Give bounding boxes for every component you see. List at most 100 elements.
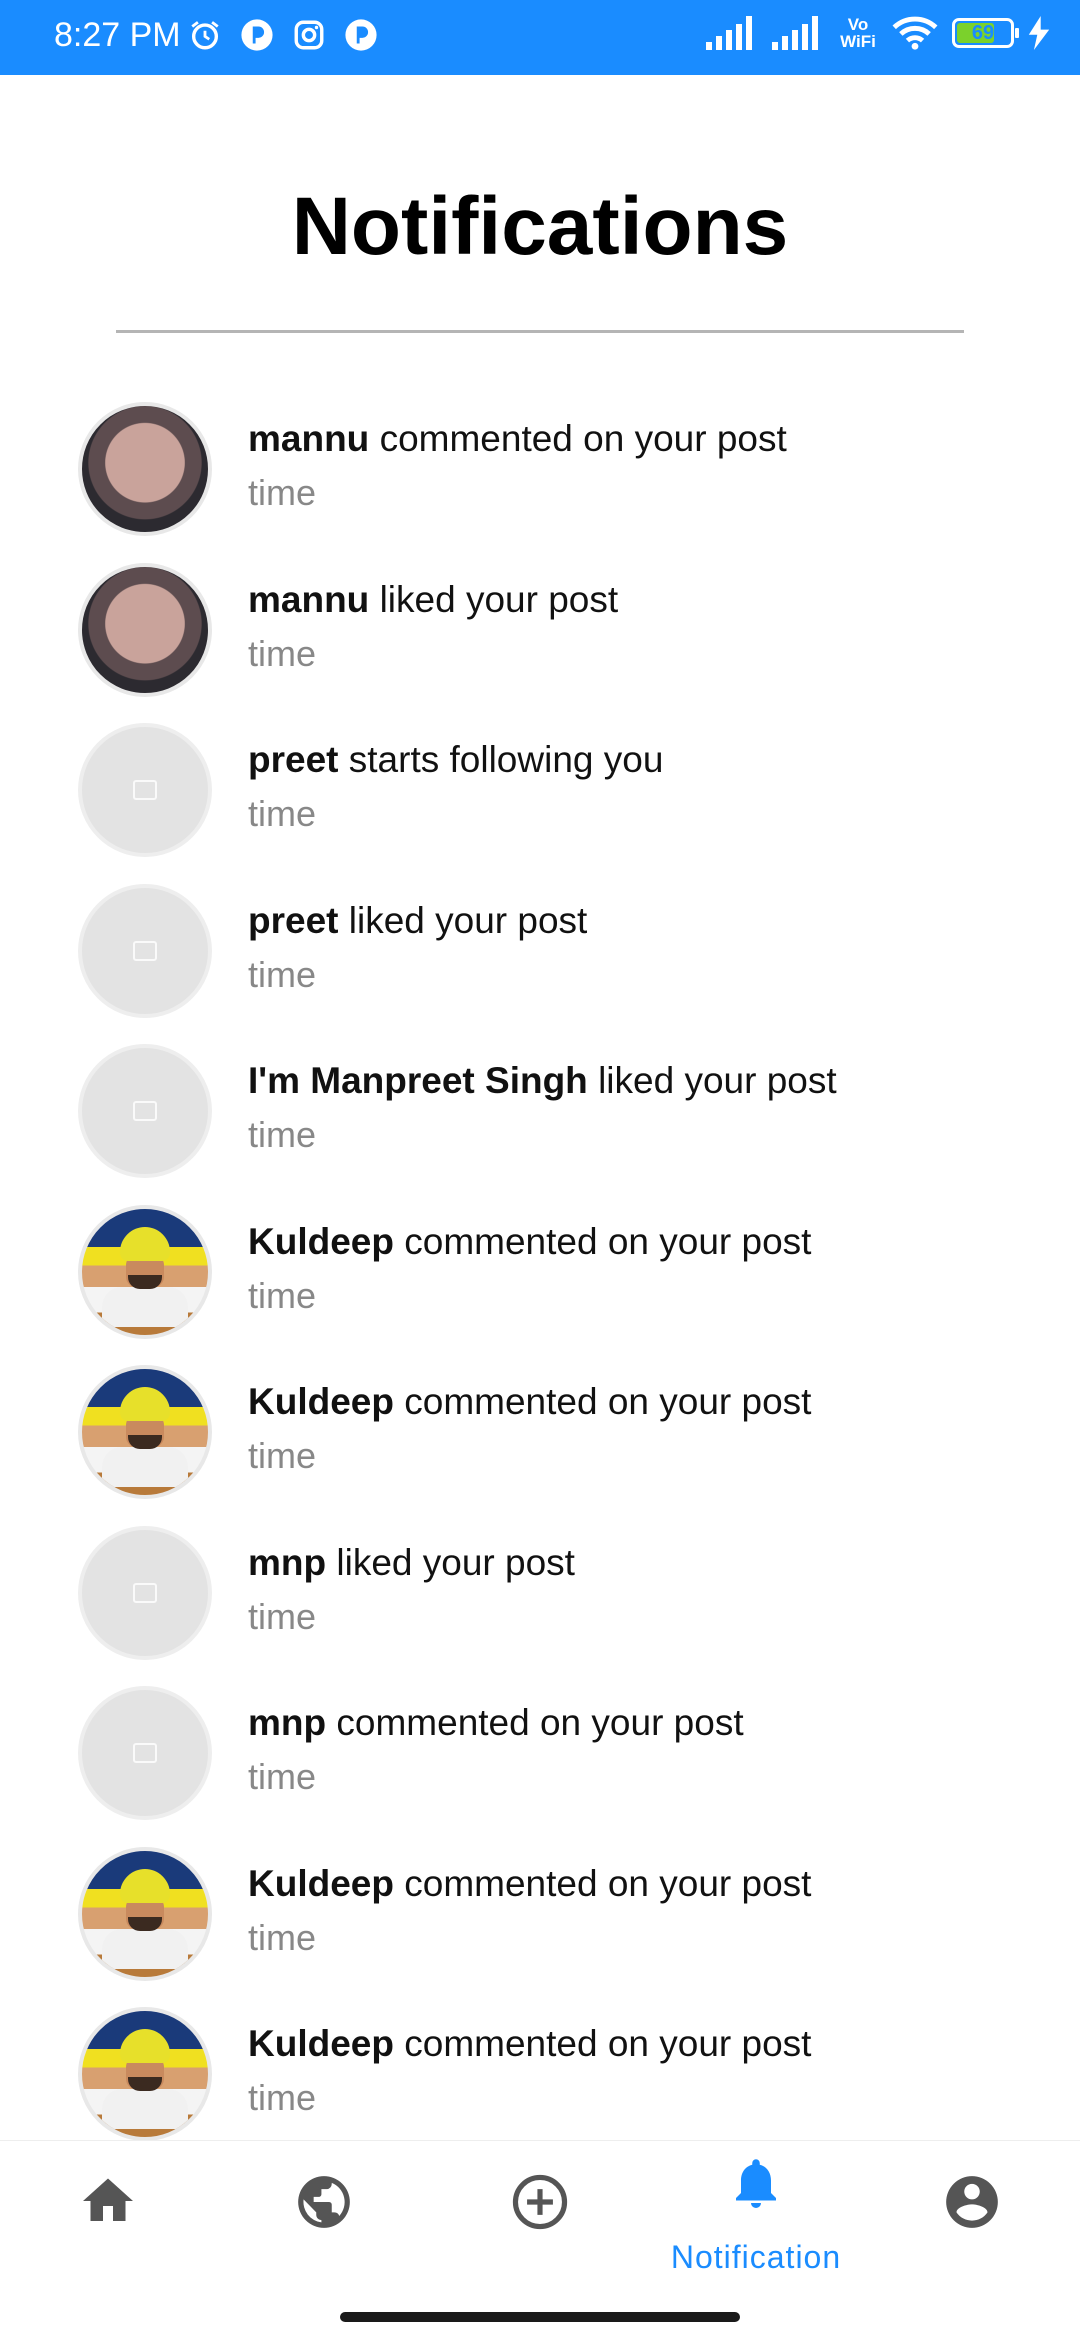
notification-action: commented on your post — [379, 418, 787, 459]
avatar-placeholder[interactable] — [78, 1525, 212, 1660]
avatar[interactable] — [78, 1365, 212, 1499]
notification-action: liked your post — [336, 1541, 575, 1583]
notification-username[interactable]: mannu — [248, 418, 369, 459]
notification-username[interactable]: Kuldeep — [248, 2023, 394, 2064]
notification-item[interactable]: preet liked your post time — [0, 880, 1080, 1041]
notification-item[interactable]: mannu liked your post time — [0, 559, 1080, 720]
home-indicator[interactable] — [340, 2312, 740, 2322]
notification-text: mnp commented on your post — [248, 1702, 744, 1744]
notification-item[interactable]: Kuldeep commented on your post time — [0, 1843, 1080, 2004]
image-placeholder-icon — [133, 1582, 157, 1603]
notification-username[interactable]: Kuldeep — [248, 1863, 394, 1904]
notification-time: time — [248, 1756, 317, 1797]
notification-text: Kuldeep commented on your post — [248, 1221, 811, 1263]
notification-action: commented on your post — [336, 1702, 744, 1743]
signal-icon — [706, 16, 752, 50]
status-time: 8:27 PM — [54, 16, 181, 54]
notification-username[interactable]: preet — [248, 900, 338, 941]
avatar[interactable] — [78, 2007, 212, 2141]
add-circle-icon — [512, 2174, 568, 2230]
notification-text: I'm Manpreet Singh liked your post — [248, 1060, 837, 1102]
status-bar: 8:27 PM Vo WiFi 69 — [0, 0, 1080, 75]
notification-time: time — [248, 632, 317, 674]
globe-icon — [298, 2176, 350, 2228]
app-p-icon — [345, 19, 377, 51]
app-p-icon — [241, 19, 273, 51]
alarm-icon — [191, 21, 219, 50]
notification-item[interactable]: preet starts following you time — [0, 719, 1080, 880]
instagram-icon — [294, 20, 324, 50]
notification-action: liked your post — [348, 899, 588, 941]
image-placeholder-icon — [133, 1101, 157, 1121]
notification-item[interactable]: mnp commented on your post time — [0, 1682, 1080, 1843]
notification-text: Kuldeep commented on your post — [248, 1863, 811, 1905]
notification-item[interactable]: Kuldeep commented on your post time — [0, 1201, 1080, 1362]
notification-action: starts following you — [348, 739, 664, 780]
notification-time: time — [248, 2077, 317, 2118]
notification-item[interactable]: mannu commented on your post time — [0, 398, 1080, 559]
page-title: Notifications — [291, 181, 789, 272]
bottom-nav: Notification — [0, 2140, 1080, 2275]
notification-item[interactable]: mnp liked your post time — [0, 1522, 1080, 1683]
avatar-placeholder[interactable] — [78, 723, 212, 857]
avatar[interactable] — [78, 1204, 212, 1339]
notification-item[interactable]: I'm Manpreet Singh liked your post time — [0, 1040, 1080, 1201]
notification-action: commented on your post — [404, 1220, 812, 1262]
nav-add-post[interactable] — [450, 2141, 630, 2271]
notification-time: time — [248, 793, 317, 834]
notification-username[interactable]: preet — [248, 739, 338, 780]
image-placeholder-icon — [133, 780, 157, 800]
nav-explore[interactable] — [234, 2141, 414, 2271]
notification-text: mannu commented on your post — [248, 418, 787, 460]
signal-icon — [772, 16, 818, 50]
charging-icon — [1028, 16, 1050, 50]
avatar-placeholder[interactable] — [78, 883, 212, 1018]
notification-username[interactable]: mnp — [248, 1702, 326, 1743]
status-right-icons: Vo WiFi 69 — [706, 16, 1050, 50]
image-placeholder-icon — [133, 1743, 157, 1763]
battery-icon: 69 — [952, 18, 1019, 48]
vowifi-label: Vo WiFi — [840, 15, 876, 51]
home-icon — [83, 2178, 133, 2221]
wifi-icon — [892, 16, 938, 50]
notification-username[interactable]: Kuldeep — [248, 1221, 394, 1262]
notification-username[interactable]: Kuldeep — [248, 1381, 394, 1422]
notification-text: mnp liked your post — [248, 1542, 575, 1584]
notification-text: Kuldeep commented on your post — [248, 2023, 811, 2065]
notification-time: time — [248, 1114, 317, 1155]
notification-time: time — [248, 1916, 317, 1958]
nav-notification[interactable]: Notification — [648, 2141, 864, 2275]
notification-time: time — [248, 472, 317, 513]
avatar[interactable] — [78, 562, 212, 697]
image-placeholder-icon — [133, 940, 157, 961]
notification-action: commented on your post — [404, 1381, 812, 1422]
notification-action: liked your post — [379, 578, 619, 620]
notification-text: Kuldeep commented on your post — [248, 1381, 811, 1423]
notification-text: preet liked your post — [248, 900, 587, 942]
battery-level: 69 — [971, 21, 995, 44]
notification-username[interactable]: mnp — [248, 1542, 326, 1583]
nav-home[interactable] — [18, 2141, 198, 2271]
bell-icon — [736, 2159, 776, 2208]
notification-text: preet starts following you — [248, 739, 663, 781]
avatar[interactable] — [78, 402, 212, 536]
notification-item[interactable]: Kuldeep commented on your post time — [0, 1361, 1080, 1522]
notification-time: time — [248, 953, 317, 995]
avatar-placeholder[interactable] — [78, 1686, 212, 1820]
nav-notification-label: Notification — [670, 2239, 842, 2275]
status-left-icons — [188, 18, 378, 52]
notification-action: liked your post — [598, 1060, 837, 1101]
notification-time: time — [248, 1595, 317, 1637]
notification-username[interactable]: I'm Manpreet Singh — [248, 1060, 588, 1101]
notification-list[interactable]: mannu commented on your post time mannu li… — [0, 398, 1080, 2164]
nav-profile[interactable] — [882, 2141, 1062, 2271]
notification-action: commented on your post — [404, 1862, 812, 1904]
avatar-placeholder[interactable] — [78, 1044, 212, 1178]
notification-time: time — [248, 1435, 317, 1476]
notification-action: commented on your post — [404, 2023, 812, 2064]
notification-username[interactable]: mannu — [248, 579, 369, 620]
title-divider — [116, 330, 964, 333]
account-icon — [946, 2176, 998, 2228]
notification-time: time — [248, 1274, 317, 1316]
avatar[interactable] — [78, 1846, 212, 1981]
